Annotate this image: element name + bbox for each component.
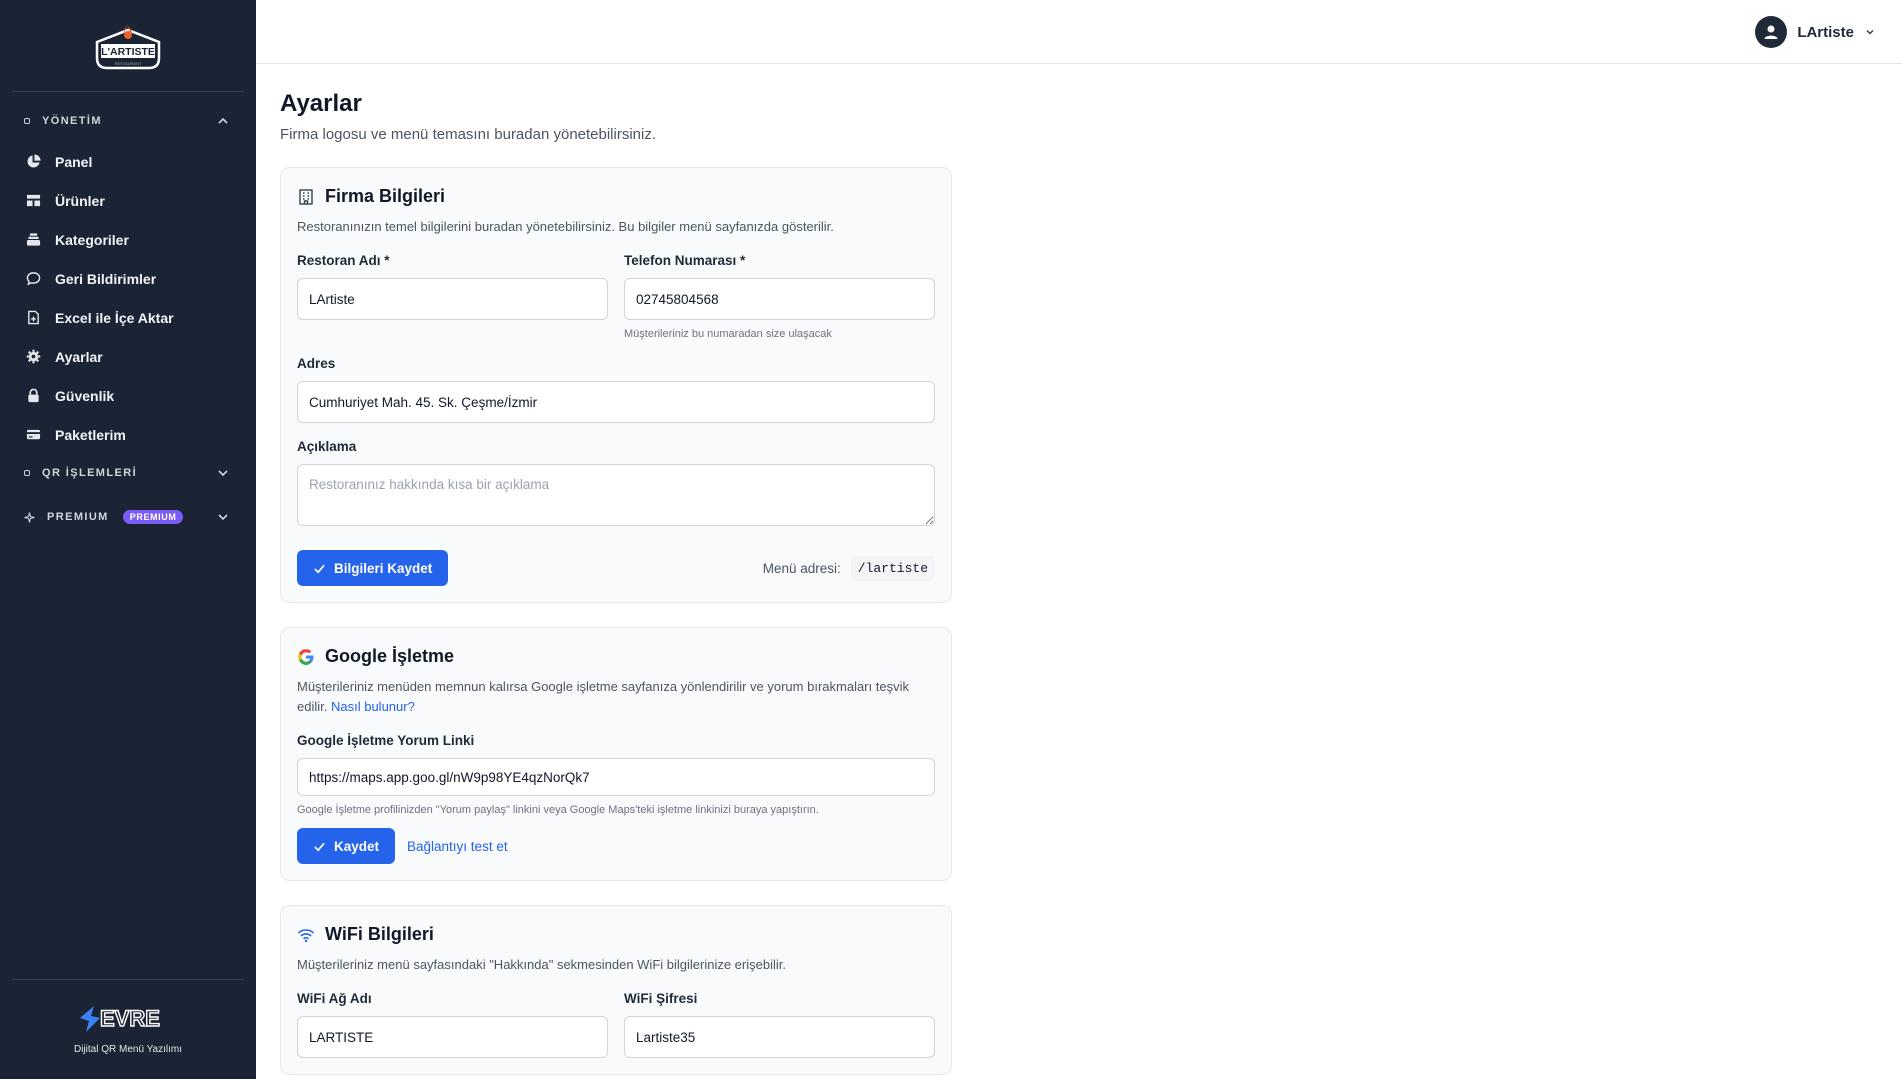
footer-tagline: Dijital QR Menü Yazılımı [74, 1044, 182, 1055]
sidebar-footer: EVRE Dijital QR Menü Yazılımı [12, 979, 244, 1079]
google-card-description: Müşterileriniz menüden memnun kalırsa Go… [297, 677, 935, 717]
card-icon [26, 429, 41, 440]
sidebar-item-panel[interactable]: Panel [0, 142, 256, 181]
building-icon [299, 188, 313, 205]
chevron-down-icon [1866, 29, 1874, 35]
section-dot-icon [24, 470, 30, 476]
company-card-description: Restoranınızın temel bilgilerini buradan… [297, 219, 834, 234]
card-title: Google İşletme [297, 646, 935, 667]
chevron-down-icon [218, 514, 228, 521]
sidebar-item-label: Paketlerim [55, 426, 126, 443]
sidebar-nav: Panel Ürünler Kategoriler Geri Bildiriml… [0, 142, 256, 454]
lock-icon [28, 388, 39, 403]
sidebar-item-feedback[interactable]: Geri Bildirimler [0, 259, 256, 298]
address-label: Adres [297, 356, 336, 371]
google-icon [298, 648, 314, 665]
company-card-title: Firma Bilgileri [325, 186, 446, 206]
card-title: WiFi Bilgileri [297, 924, 935, 945]
description-label: Açıklama [297, 439, 357, 454]
section-qr-label: QR İŞLEMLERİ [42, 467, 138, 479]
restaurant-name-label: Restoran Adı * [297, 253, 390, 268]
sidebar-item-label: Excel ile İçe Aktar [55, 309, 174, 326]
section-management[interactable]: YÖNETİM [0, 106, 256, 136]
section-qr[interactable]: QR İŞLEMLERİ [0, 458, 256, 488]
wifi-card: WiFi Bilgileri Müşterileriniz menü sayfa… [280, 905, 952, 1075]
layers-icon [26, 233, 41, 246]
review-link-hint: Google İşletme profilinizden "Yorum payl… [297, 804, 819, 816]
check-icon [314, 842, 325, 851]
phone-label: Telefon Numarası * [624, 253, 746, 268]
description-textarea[interactable] [297, 464, 935, 526]
grid-icon [26, 194, 41, 207]
wifi-ssid-input[interactable] [297, 1016, 608, 1058]
test-connection-link[interactable]: Bağlantıyı test et [407, 839, 508, 854]
chevron-down-icon [218, 470, 228, 477]
premium-badge: PREMIUM [122, 510, 184, 524]
wifi-icon [297, 928, 315, 942]
google-card-title: Google İşletme [325, 646, 455, 666]
topbar: LArtiste [256, 0, 1902, 64]
address-input[interactable] [297, 381, 935, 423]
sidebar-item-label: Panel [55, 153, 93, 170]
evre-logo-text: EVRE [100, 1006, 160, 1031]
section-dot-icon [24, 118, 30, 124]
menu-address-label: Menü adresi: [762, 560, 841, 576]
google-business-card: Google İşletme Müşterileriniz menüden me… [280, 627, 952, 881]
user-icon [1764, 25, 1778, 39]
sidebar-item-products[interactable]: Ürünler [0, 181, 256, 220]
save-google-button[interactable]: Kaydet [297, 828, 396, 864]
wifi-card-description: Müşterileriniz menü sayfasındaki "Hakkın… [297, 957, 786, 972]
sidebar-item-label: Ürünler [55, 192, 105, 209]
sidebar-item-categories[interactable]: Kategoriler [0, 220, 256, 259]
card-title: Firma Bilgileri [297, 186, 935, 207]
user-menu[interactable]: LArtiste [1755, 16, 1876, 48]
sidebar-item-label: Ayarlar [55, 348, 103, 365]
sparkle-icon [24, 511, 35, 523]
save-company-label: Bilgileri Kaydet [334, 560, 433, 576]
section-premium[interactable]: PREMIUM PREMIUM [0, 502, 256, 532]
avatar [1755, 16, 1788, 48]
review-link-input[interactable] [297, 758, 935, 796]
sidebar-item-label: Geri Bildirimler [55, 270, 157, 287]
file-plus-icon [28, 310, 39, 325]
restaurant-name-input[interactable] [297, 278, 608, 320]
wifi-password-label: WiFi Şifresi [624, 991, 698, 1006]
main-content: Ayarlar Firma logosu ve menü temasını bu… [280, 90, 952, 1075]
svg-text:L'ARTISTE: L'ARTISTE [101, 46, 155, 58]
sidebar: L'ARTISTE RESTAURANT YÖNETİM Panel Ürünl… [0, 0, 256, 1079]
section-premium-label: PREMIUM [47, 511, 109, 523]
sidebar-item-label: Kategoriler [55, 231, 129, 248]
brand-logo[interactable]: L'ARTISTE RESTAURANT [91, 20, 165, 72]
gear-icon [26, 349, 41, 364]
save-google-label: Kaydet [334, 838, 380, 854]
save-company-button[interactable]: Bilgileri Kaydet [297, 550, 449, 586]
pie-chart-icon [27, 154, 41, 168]
svg-text:RESTAURANT: RESTAURANT [115, 61, 142, 66]
chevron-up-icon [218, 117, 228, 124]
page-title: Ayarlar [280, 90, 362, 117]
wifi-password-input[interactable] [624, 1016, 935, 1058]
phone-hint: Müşterileriniz bu numaradan size ulaşaca… [624, 328, 832, 340]
wifi-ssid-label: WiFi Ağ Adı [297, 991, 372, 1006]
chat-icon [26, 272, 41, 286]
wifi-card-title: WiFi Bilgileri [325, 924, 434, 944]
section-management-label: YÖNETİM [42, 115, 102, 127]
check-icon [314, 564, 325, 573]
menu-address: Menü adresi: /lartiste [762, 555, 935, 581]
sidebar-item-security[interactable]: Güvenlik [0, 376, 256, 415]
menu-address-value: /lartiste [850, 555, 935, 581]
user-name: LArtiste [1797, 23, 1854, 41]
page-subtitle: Firma logosu ve menü temasını buradan yö… [280, 126, 657, 143]
how-to-find-link[interactable]: Nasıl bulunur? [331, 699, 415, 714]
sidebar-item-packages[interactable]: Paketlerim [0, 415, 256, 454]
phone-input[interactable] [624, 278, 935, 320]
evre-logo[interactable]: EVRE [78, 1004, 178, 1034]
sidebar-item-settings[interactable]: Ayarlar [0, 337, 256, 376]
sidebar-item-label: Güvenlik [55, 387, 115, 404]
company-info-card: Firma Bilgileri Restoranınızın temel bil… [280, 167, 952, 603]
sidebar-item-excel-import[interactable]: Excel ile İçe Aktar [0, 298, 256, 337]
sidebar-logo-area: L'ARTISTE RESTAURANT [12, 0, 244, 92]
review-link-label: Google İşletme Yorum Linki [297, 733, 475, 748]
